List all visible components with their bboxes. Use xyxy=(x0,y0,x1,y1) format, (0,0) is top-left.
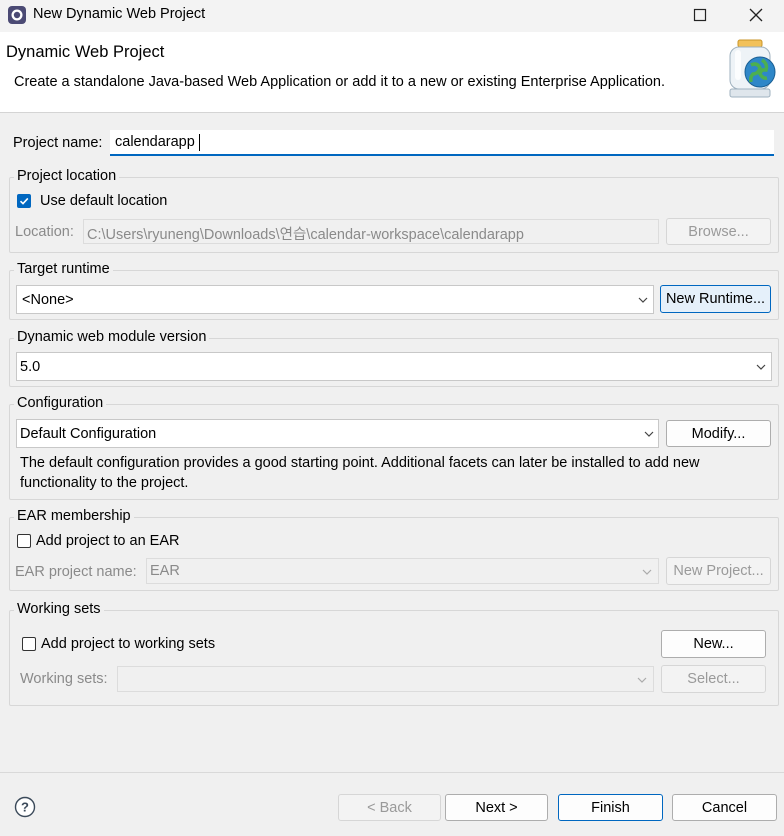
text-cursor xyxy=(199,134,200,151)
cancel-button[interactable]: Cancel xyxy=(672,794,777,821)
eclipse-icon xyxy=(8,6,26,24)
finish-button[interactable]: Finish xyxy=(558,794,663,821)
ear-project-name-select[interactable]: EAR xyxy=(146,558,659,584)
configuration-select[interactable]: Default Configuration xyxy=(16,419,659,448)
working-sets-select[interactable] xyxy=(117,666,654,692)
location-label: Location: xyxy=(15,224,74,240)
add-to-ear-label: Add project to an EAR xyxy=(36,533,180,549)
new-runtime-button[interactable]: New Runtime... xyxy=(660,285,771,313)
help-button[interactable]: ? xyxy=(14,796,36,818)
close-icon xyxy=(749,8,763,22)
web-module-version-select[interactable]: 5.0 xyxy=(16,352,772,381)
footer-separator xyxy=(0,772,784,773)
project-name-value: calendarapp xyxy=(115,134,195,150)
configuration-value: Default Configuration xyxy=(20,426,157,442)
wizard-title: Dynamic Web Project xyxy=(6,43,165,61)
target-runtime-value: <None> xyxy=(22,292,74,308)
chevron-down-icon xyxy=(637,677,647,683)
maximize-icon xyxy=(693,8,707,22)
target-runtime-select[interactable]: <None> xyxy=(16,285,654,314)
project-name-input[interactable]: calendarapp xyxy=(110,130,774,156)
new-working-set-button[interactable]: New... xyxy=(661,630,766,658)
help-icon: ? xyxy=(14,796,36,818)
use-default-location-checkbox[interactable] xyxy=(17,194,31,208)
project-name-label: Project name: xyxy=(13,135,103,151)
add-to-ear-checkbox[interactable] xyxy=(17,534,31,548)
back-button[interactable]: < Back xyxy=(338,794,441,821)
title-bar[interactable]: New Dynamic Web Project xyxy=(0,0,784,32)
close-button[interactable] xyxy=(728,0,784,30)
target-runtime-heading: Target runtime xyxy=(14,261,113,277)
ear-membership-heading: EAR membership xyxy=(14,508,134,524)
browse-button[interactable]: Browse... xyxy=(666,218,771,245)
maximize-button[interactable] xyxy=(672,0,728,30)
web-globe-jar-icon xyxy=(729,39,776,98)
web-module-version-value: 5.0 xyxy=(20,359,41,375)
add-to-working-sets-label: Add project to working sets xyxy=(41,636,216,652)
configuration-description-line2: functionality to the project. xyxy=(20,475,189,491)
ear-project-name-value: EAR xyxy=(150,563,180,579)
checkmark-icon xyxy=(19,197,29,205)
chevron-down-icon xyxy=(638,297,648,303)
configuration-description-line1: The default configuration provides a goo… xyxy=(20,455,700,471)
use-default-location-label: Use default location xyxy=(40,193,168,209)
svg-text:?: ? xyxy=(21,800,29,815)
window-title: New Dynamic Web Project xyxy=(33,6,206,22)
location-value: C:\Users\ryuneng\Downloads\연습\calendar-w… xyxy=(87,227,524,243)
new-ear-project-button[interactable]: New Project... xyxy=(666,557,771,585)
working-sets-heading: Working sets xyxy=(14,601,104,617)
ear-project-name-label: EAR project name: xyxy=(15,564,137,580)
select-working-sets-button[interactable]: Select... xyxy=(661,665,766,693)
add-to-working-sets-checkbox[interactable] xyxy=(22,637,36,651)
wizard-banner: Dynamic Web Project Create a standalone … xyxy=(0,32,784,113)
working-sets-label: Working sets: xyxy=(20,671,108,687)
location-input[interactable]: C:\Users\ryuneng\Downloads\연습\calendar-w… xyxy=(83,219,659,244)
configuration-heading: Configuration xyxy=(14,395,107,411)
next-button[interactable]: Next > xyxy=(445,794,548,821)
project-location-heading: Project location xyxy=(14,168,120,184)
chevron-down-icon xyxy=(644,431,654,437)
web-module-version-heading: Dynamic web module version xyxy=(14,329,210,345)
chevron-down-icon xyxy=(642,569,652,575)
modify-button[interactable]: Modify... xyxy=(666,420,771,447)
chevron-down-icon xyxy=(756,364,766,370)
wizard-description: Create a standalone Java-based Web Appli… xyxy=(14,74,666,90)
